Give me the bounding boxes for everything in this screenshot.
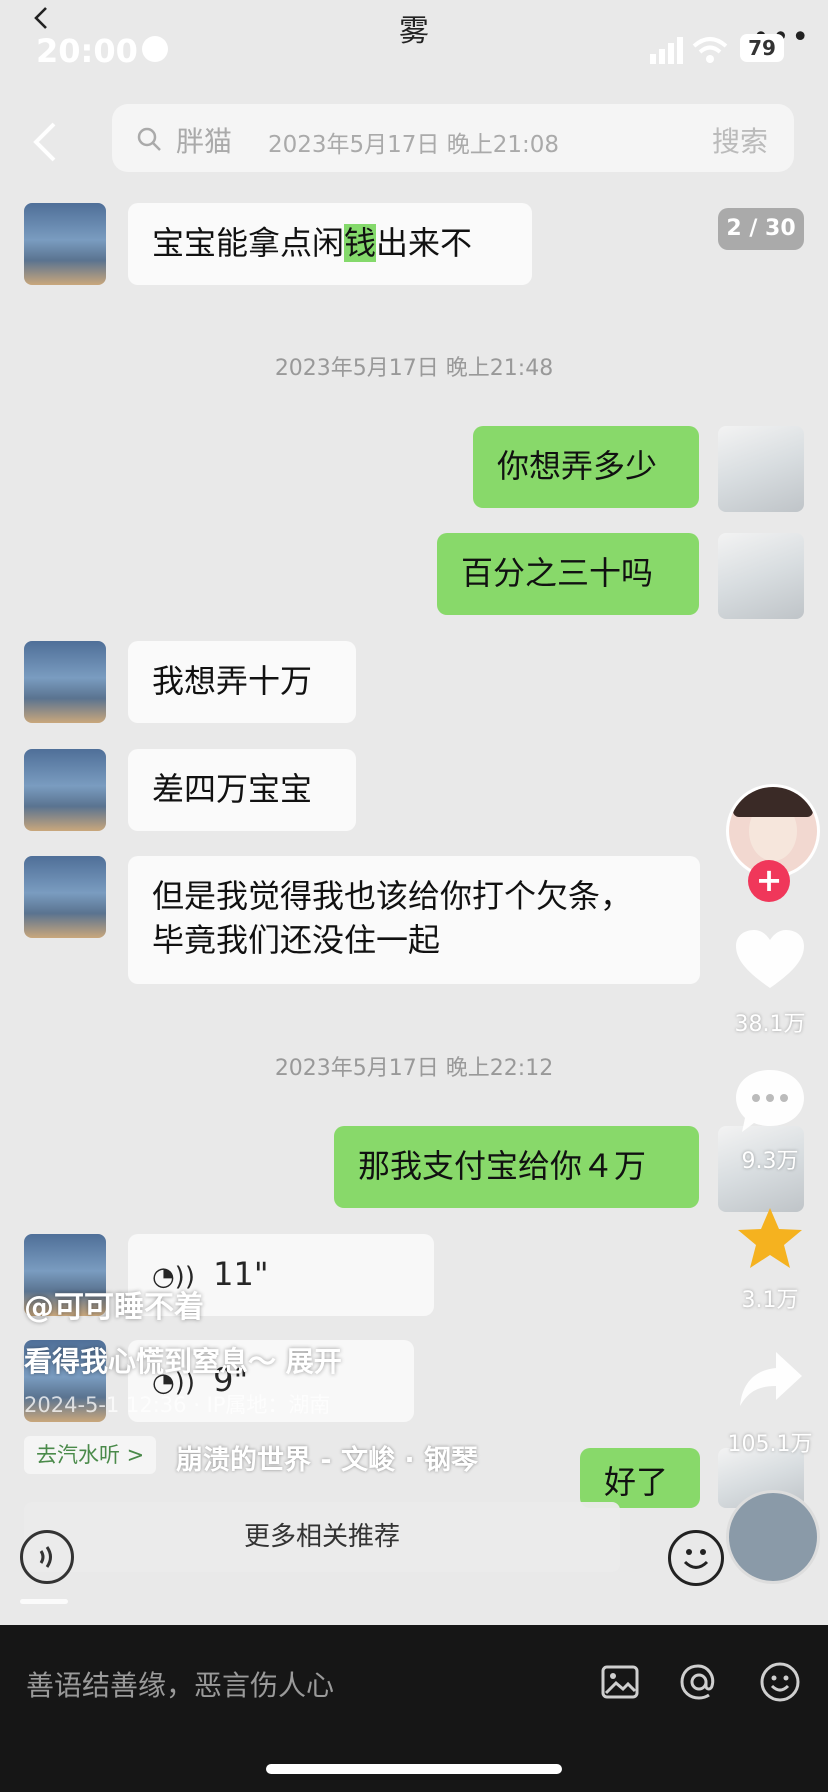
message-text: 那我支付宝给你４万 (358, 1147, 647, 1185)
message-text: 差四万宝宝 (152, 770, 313, 808)
emoji-comment-icon[interactable] (758, 1660, 802, 1704)
message-bubble: 我想弄十万 (128, 641, 356, 723)
battery-indicator: 79 (740, 34, 784, 62)
emoji-icon[interactable] (668, 1530, 724, 1586)
message-text: 百分之三十吗 (461, 554, 654, 592)
timestamp: 2023年5月17日 晚上22:12 (274, 1056, 554, 1081)
music-title[interactable]: 崩溃的世界 - 文峻 · 钢琴 (176, 1438, 478, 1477)
message-text: 出来不 (376, 224, 473, 262)
smiley-status-icon (142, 36, 168, 62)
search-date: 2023年5月17日 晚上21:08 (268, 132, 560, 158)
voice-input-icon[interactable] (20, 1530, 74, 1584)
chat-screenshot-video: 雾 ••• 20:00 79 胖猫 2023年5月17日 晚上21:08 搜索 … (0, 0, 828, 1625)
share-count: 105.1万 (727, 1432, 813, 1457)
like-count: 38.1万 (734, 1012, 806, 1037)
share-arrow-icon[interactable] (738, 1350, 804, 1408)
message-bubble-self: 百分之三十吗 (437, 533, 699, 615)
timestamp: 2023年5月17日 晚上21:48 (274, 356, 554, 381)
contact-avatar[interactable] (24, 856, 106, 938)
comment-count: 9.3万 (741, 1149, 799, 1174)
chat-back-icon[interactable] (30, 120, 60, 164)
self-avatar[interactable] (718, 426, 804, 512)
message-text: 宝宝能拿点闲 (152, 224, 345, 262)
post-meta: 2024-5-1 12:36 · IP属地：湖南 (24, 1393, 331, 1417)
contact-avatar[interactable] (24, 641, 106, 723)
message-bubble-self: 你想弄多少 (473, 426, 699, 508)
message-bubble: 但是我觉得我也该给你打个欠条， 毕竟我们还没住一起 (128, 856, 700, 984)
message-text: 我想弄十万 (152, 662, 313, 700)
like-heart-icon[interactable] (734, 928, 806, 992)
search-highlight: 钱 (344, 224, 377, 262)
message-text: 你想弄多少 (497, 447, 658, 485)
self-avatar[interactable] (718, 533, 804, 619)
favorite-star-icon[interactable] (736, 1206, 804, 1270)
related-recommendations-button[interactable]: 更多相关推荐 (24, 1502, 620, 1572)
comment-input[interactable]: 善语结善缘，恶言伤人心 (26, 1664, 334, 1704)
message-bubble-self: 好了 (580, 1448, 700, 1508)
search-icon (137, 127, 161, 151)
search-button[interactable]: 搜索 (712, 120, 768, 160)
contact-avatar[interactable] (24, 203, 106, 285)
home-indicator (266, 1764, 562, 1774)
comment-bubble-icon[interactable] (734, 1068, 806, 1134)
favorite-count: 3.1万 (741, 1288, 799, 1313)
image-icon[interactable] (600, 1662, 640, 1702)
message-bubble-self: 那我支付宝给你４万 (334, 1126, 699, 1208)
author-handle[interactable]: @可可睡不着 (24, 1282, 204, 1326)
voice-duration: 11" (213, 1255, 269, 1293)
message-text-line: 但是我觉得我也该给你打个欠条， (152, 877, 633, 915)
contact-avatar[interactable] (24, 749, 106, 831)
music-app-tag[interactable]: 去汽水听 > (24, 1436, 157, 1474)
follow-plus-button[interactable]: + (748, 860, 790, 902)
search-keyword: 胖猫 (176, 125, 233, 158)
video-description[interactable]: 看得我心慌到窒息～ 展开 (24, 1340, 342, 1380)
music-disc-icon[interactable] (726, 1490, 820, 1584)
mention-icon[interactable] (677, 1660, 721, 1704)
status-time: 20:00 (36, 32, 138, 70)
message-text-line: 毕竟我们还没住一起 (152, 921, 441, 959)
message-bubble: 差四万宝宝 (128, 749, 356, 831)
message-text: 好了 (604, 1463, 669, 1501)
result-counter: 2 / 30 (718, 208, 804, 250)
message-bubble: 宝宝能拿点闲钱出来不 (128, 203, 532, 285)
video-progress-bar[interactable] (20, 1599, 68, 1604)
